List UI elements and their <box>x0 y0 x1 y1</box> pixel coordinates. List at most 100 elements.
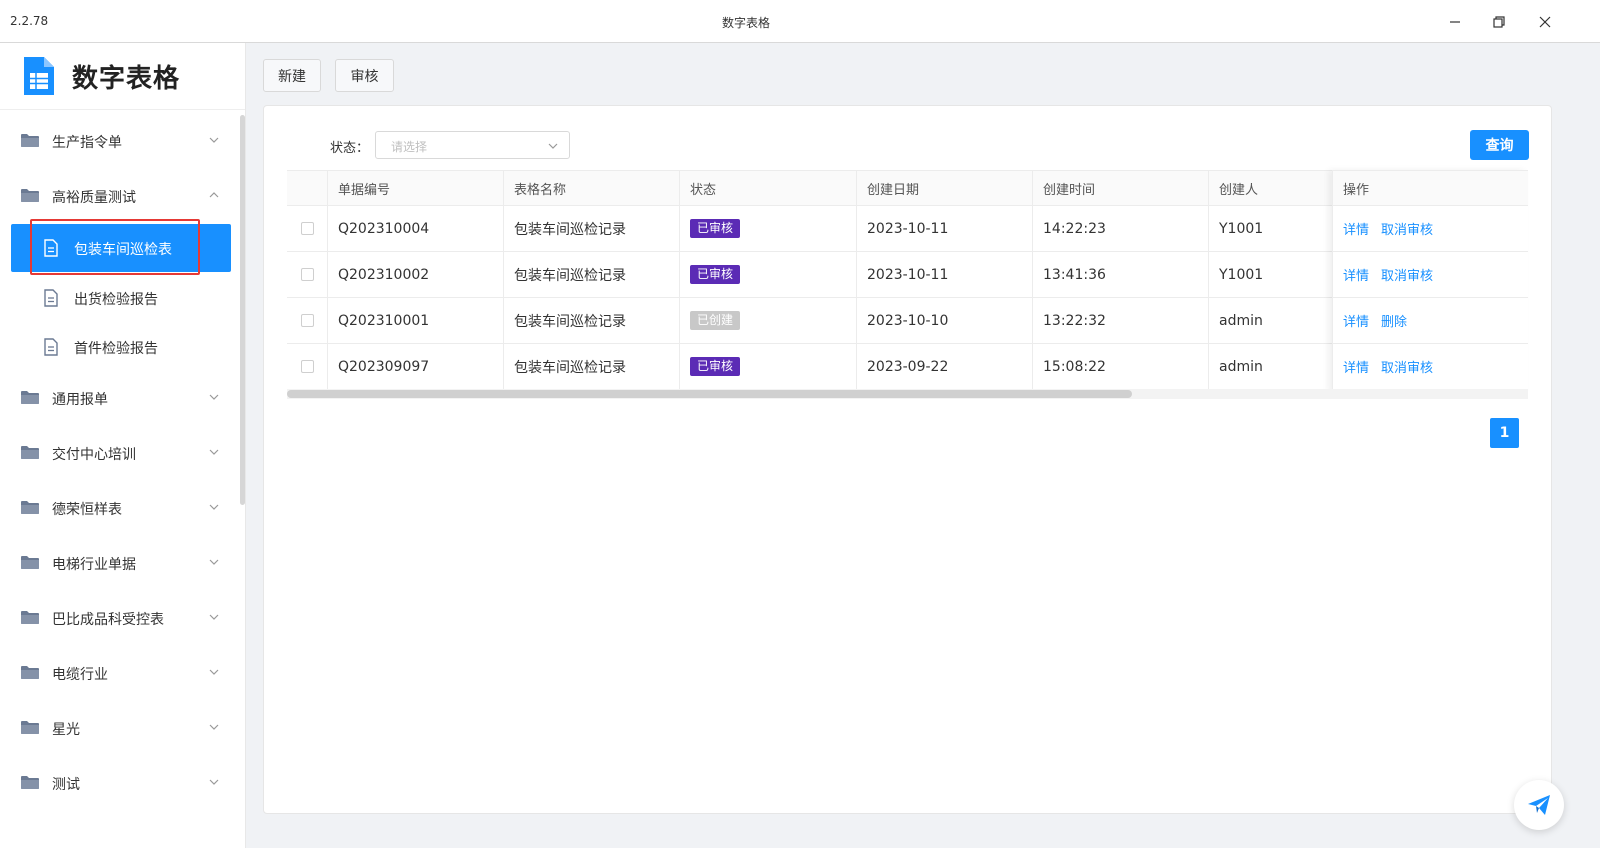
actions-cell: 详情 取消审核 <box>1332 344 1528 389</box>
new-button[interactable]: 新建 <box>263 59 321 92</box>
time-cell: 13:41:36 <box>1032 252 1208 297</box>
chevron-down-icon <box>209 394 219 400</box>
header-checkbox-cell <box>287 171 327 205</box>
action-link[interactable]: 取消审核 <box>1381 265 1433 284</box>
sidebar-menu-label: 电梯行业单据 <box>52 557 136 573</box>
spreadsheet-logo-icon <box>24 57 54 95</box>
row-checkbox[interactable] <box>301 268 314 281</box>
actions-cell: 详情 删除 <box>1332 298 1528 343</box>
status-cell: 已创建 <box>679 298 856 343</box>
column-header: 创建日期 <box>856 171 1032 205</box>
status-badge: 已审核 <box>690 265 741 284</box>
sidebar-menu-item[interactable]: 电缆行业 <box>0 651 240 695</box>
sidebar-menu-item[interactable]: 德荣恒样表 <box>0 486 240 530</box>
detail-link[interactable]: 详情 <box>1343 357 1369 376</box>
table-horizontal-scrollbar[interactable] <box>287 389 1528 399</box>
sidebar-subitem[interactable]: 出货检验报告 <box>11 274 231 322</box>
folder-icon <box>20 609 40 625</box>
chevron-down-icon <box>209 614 219 620</box>
creator-cell: admin <box>1208 344 1332 389</box>
sidebar-menu-label: 测试 <box>52 777 80 793</box>
name-cell: 包装车间巡检记录 <box>503 252 679 297</box>
brand-name: 数字表格 <box>72 64 181 94</box>
action-link[interactable]: 取消审核 <box>1381 219 1433 238</box>
row-checkbox[interactable] <box>301 314 314 327</box>
chevron-down-icon <box>209 137 219 143</box>
scrollbar-thumb[interactable] <box>287 390 1132 398</box>
page-button[interactable]: 1 <box>1490 418 1519 448</box>
actions-cell: 详情 取消审核 <box>1332 252 1528 297</box>
chevron-up-icon <box>209 192 219 198</box>
status-select[interactable]: 请选择 <box>375 131 570 159</box>
time-cell: 15:08:22 <box>1032 344 1208 389</box>
sidebar-menu-label: 星光 <box>52 722 80 738</box>
sidebar-subitem-label: 出货检验报告 <box>74 292 158 308</box>
time-cell: 14:22:23 <box>1032 206 1208 251</box>
date-cell: 2023-10-10 <box>856 298 1032 343</box>
sidebar-menu-item[interactable]: 生产指令单 <box>0 119 240 163</box>
detail-link[interactable]: 详情 <box>1343 219 1369 238</box>
send-button[interactable] <box>1514 780 1564 830</box>
creator-cell: Y1001 <box>1208 252 1332 297</box>
status-cell: 已审核 <box>679 344 856 389</box>
restore-icon[interactable] <box>1487 10 1511 34</box>
name-cell: 包装车间巡检记录 <box>503 298 679 343</box>
sidebar-subitem-label: 首件检验报告 <box>74 341 158 357</box>
date-cell: 2023-09-22 <box>856 344 1032 389</box>
action-link[interactable]: 取消审核 <box>1381 357 1433 376</box>
date-cell: 2023-10-11 <box>856 206 1032 251</box>
folder-icon <box>20 389 40 405</box>
row-checkbox-cell <box>287 252 327 297</box>
paper-plane-icon <box>1528 795 1550 815</box>
audit-button[interactable]: 审核 <box>335 59 394 92</box>
row-checkbox[interactable] <box>301 360 314 373</box>
name-cell: 包装车间巡检记录 <box>503 344 679 389</box>
sidebar-menu-label: 交付中心培训 <box>52 447 136 463</box>
table-row[interactable]: Q202310004 包装车间巡检记录 已审核 2023-10-11 14:22:23 Y… <box>287 206 1528 252</box>
table-row[interactable]: Q202310002 包装车间巡检记录 已审核 2023-10-11 13:41:36 Y… <box>287 252 1528 298</box>
folder-icon <box>20 132 40 148</box>
row-checkbox[interactable] <box>301 222 314 235</box>
sidebar-scrollbar[interactable] <box>240 115 245 505</box>
sidebar-menu-label: 德荣恒样表 <box>52 502 122 518</box>
folder-icon <box>20 719 40 735</box>
folder-icon <box>20 444 40 460</box>
folder-icon <box>20 554 40 570</box>
action-link[interactable]: 删除 <box>1381 311 1407 330</box>
status-badge: 已创建 <box>690 311 741 330</box>
chevron-down-icon <box>209 504 219 510</box>
folder-icon <box>20 664 40 680</box>
sidebar-menu-item[interactable]: 巴比成品科受控表 <box>0 596 240 640</box>
sidebar-menu-item[interactable]: 测试 <box>0 761 240 805</box>
chevron-down-icon <box>209 724 219 730</box>
sidebar-menu-item[interactable]: 电梯行业单据 <box>0 541 240 585</box>
document-icon <box>43 289 59 307</box>
folder-icon <box>20 187 40 203</box>
name-cell: 包装车间巡检记录 <box>503 206 679 251</box>
sidebar-subitem[interactable]: 首件检验报告 <box>11 323 231 371</box>
sidebar-menu-item[interactable]: 星光 <box>0 706 240 750</box>
id-cell: Q202310001 <box>327 298 503 343</box>
folder-icon <box>20 499 40 515</box>
actions-cell: 详情 取消审核 <box>1332 206 1528 251</box>
detail-link[interactable]: 详情 <box>1343 311 1369 330</box>
table-row[interactable]: Q202310001 包装车间巡检记录 已创建 2023-10-10 13:22:32 a… <box>287 298 1528 344</box>
sidebar-menu-item[interactable]: 交付中心培训 <box>0 431 240 475</box>
table-row[interactable]: Q202309097 包装车间巡检记录 已审核 2023-09-22 15:08:22 a… <box>287 344 1528 390</box>
detail-link[interactable]: 详情 <box>1343 265 1369 284</box>
chevron-down-icon <box>209 779 219 785</box>
sidebar-menu-item[interactable]: 高裕质量测试 <box>0 174 240 218</box>
title-bar: 2.2.78 数字表格 <box>0 0 1600 43</box>
chevron-down-icon <box>548 143 558 149</box>
sidebar-menu-item[interactable]: 通用报单 <box>0 376 240 420</box>
minimize-icon[interactable] <box>1443 10 1467 34</box>
window-title: 数字表格 <box>721 16 770 30</box>
close-icon[interactable] <box>1533 10 1557 34</box>
chevron-down-icon <box>209 559 219 565</box>
table-header: 单据编号 表格名称 状态 创建日期 创建时间 创建人 操作 <box>287 170 1528 206</box>
query-button[interactable]: 查询 <box>1470 130 1529 160</box>
sidebar-menu-label: 高裕质量测试 <box>52 190 136 206</box>
status-filter-label: 状态： <box>330 141 370 156</box>
id-cell: Q202310004 <box>327 206 503 251</box>
id-cell: Q202310002 <box>327 252 503 297</box>
